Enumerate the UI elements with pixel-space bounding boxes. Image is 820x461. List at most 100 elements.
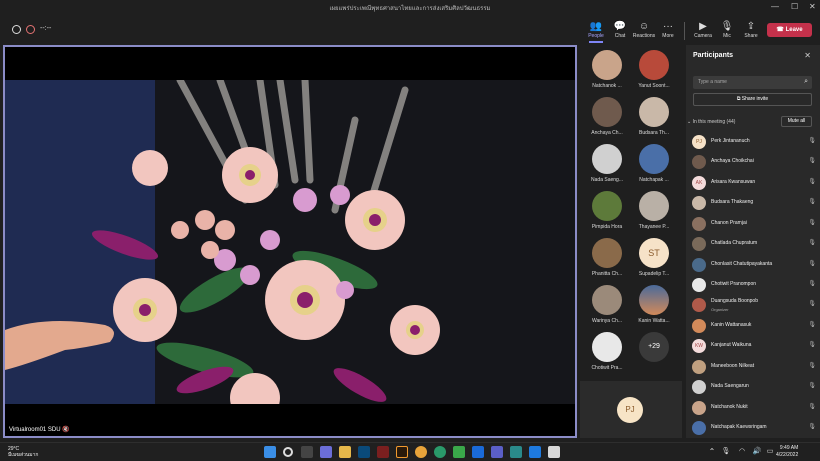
photoshop-icon[interactable] [358, 446, 370, 458]
task-view-icon[interactable] [301, 446, 313, 458]
gallery-tile[interactable]: Pimpida Hora [584, 191, 630, 230]
leave-button[interactable]: ☎ Leave [767, 23, 812, 37]
participant-row[interactable]: Chotiwit Pranompon 🎙 [692, 276, 816, 294]
illustrator-icon[interactable] [396, 446, 408, 458]
avatar [592, 50, 622, 80]
chrome-icon[interactable] [415, 446, 427, 458]
participant-row[interactable]: PJ Perk Jintananuch 🎙 [692, 133, 816, 151]
system-clock[interactable]: 9:49 AM 4/22/2022 [776, 445, 798, 459]
meet-icon[interactable] [510, 446, 522, 458]
participant-row[interactable]: Chanon Pramjai 🎙 [692, 215, 816, 233]
participant-row[interactable]: Kanin Wattanasuk 🎙 [692, 317, 816, 335]
maximize-button[interactable]: ☐ [791, 2, 798, 11]
participant-row[interactable]: Anchaya Choikchai 🎙 [692, 153, 816, 171]
search-icon[interactable] [283, 447, 293, 457]
outlook-icon[interactable] [472, 446, 484, 458]
chevron-up-icon[interactable]: ⌃ [706, 446, 718, 458]
presenter-name: Virtualroom01 SDU 🔇 [9, 426, 70, 433]
self-video-tile[interactable]: PJ [580, 381, 682, 438]
shield-icon[interactable] [12, 25, 21, 34]
participant-name: Maneeboon Nilkeat [711, 363, 755, 369]
mic-tray-icon[interactable]: 🎙 [720, 446, 732, 458]
overflow-tile[interactable]: +29 [631, 332, 677, 362]
tile-name: Chotiwit Pra... [591, 365, 623, 371]
participant-name: Chonlasit Chatutipayakanta [711, 261, 773, 267]
gallery-tile[interactable]: Kanin Watta... [631, 285, 677, 324]
line-icon[interactable] [453, 446, 465, 458]
teams-icon[interactable] [491, 446, 503, 458]
participant-row[interactable]: Chonlasit Chatutipayakanta 🎙 [692, 256, 816, 274]
weather-desc: มีเมฆส่วนมาก [8, 452, 39, 458]
battery-icon[interactable]: ▭ [764, 446, 776, 458]
clock-date: 4/22/2022 [776, 452, 799, 458]
avatar [592, 285, 622, 315]
main-video-stage[interactable]: Virtualroom01 SDU 🔇 [3, 45, 577, 438]
participant-name: Natchanok Nukit [711, 404, 748, 410]
participant-row[interactable]: Duangsuda Boonpob Organizer 🎙 [692, 296, 816, 314]
close-window-button[interactable]: ✕ [809, 2, 816, 11]
participant-row[interactable]: Chatlada Chupratum 🎙 [692, 235, 816, 253]
tile-name: Yanut Soont... [638, 83, 670, 89]
reactions-label: Reactions [632, 33, 656, 39]
mic-muted-icon: 🎙 [808, 138, 816, 144]
avatar [692, 298, 706, 312]
windows-taskbar: 29°C มีเมฆส่วนมาก ⌃ 🎙 ◠ 🔊 ▭ 9:49 AM 4/22… [0, 442, 820, 461]
participant-row[interactable]: KW Kanjanut Waikuna 🎙 [692, 337, 816, 355]
tile-name: Phanitta Ch... [591, 271, 623, 277]
more-icon: ··· [663, 21, 673, 32]
avatar [692, 319, 706, 333]
participant-row[interactable]: Natchapak Kaewsringam 🎙 [692, 419, 816, 437]
camera-label: Camera [694, 33, 712, 39]
chat-label: Chat [614, 33, 626, 39]
volume-icon[interactable]: 🔊 [751, 446, 763, 458]
avatar-initials: AK [692, 176, 706, 190]
gallery-tile[interactable]: Budsara Th... [631, 97, 677, 136]
flower-arrangement-image [5, 76, 575, 423]
tile-name: Supadelip T... [638, 271, 670, 277]
participant-name: Arisara Kwansuwan [711, 179, 756, 185]
teams-chat-icon[interactable] [320, 446, 332, 458]
weather-widget[interactable]: 29°C มีเมฆส่วนมาก [8, 446, 38, 458]
avatar [692, 380, 706, 394]
gallery-tile[interactable]: Warinya Ch... [584, 285, 630, 324]
people-label: People [588, 33, 604, 39]
participant-row[interactable]: AK Arisara Kwansuwan 🎙 [692, 174, 816, 192]
meeting-toolbar: --:-- 👥 People 💬 Chat ☺ Reactions ··· Mo… [0, 17, 820, 43]
windows-start-icon[interactable] [264, 446, 276, 458]
avatar [692, 237, 706, 251]
section-label: In this meeting (44) [692, 119, 736, 125]
avatar [692, 217, 706, 231]
acrobat-icon[interactable] [377, 446, 389, 458]
participant-row[interactable]: Budsara Thakaeng 🎙 [692, 194, 816, 212]
mute-all-button[interactable]: Mute all [781, 116, 812, 127]
participant-row[interactable]: Natchanok Nukit 🎙 [692, 399, 816, 417]
avatar [639, 144, 669, 174]
toolbar-divider [684, 22, 685, 40]
visual-studio-code-icon[interactable] [529, 446, 541, 458]
share-button[interactable]: ⇪ Share [737, 20, 765, 39]
close-icon[interactable]: ✕ [804, 51, 811, 60]
participant-search-input[interactable]: Type a name ⌕ [693, 76, 812, 89]
participant-row[interactable]: Maneeboon Nilkeat 🎙 [692, 358, 816, 376]
gallery-tile[interactable]: Chotiwit Pra... [584, 332, 630, 371]
app-icon[interactable] [548, 446, 560, 458]
gallery-tile[interactable]: Thayanee P... [631, 191, 677, 230]
gallery-tile[interactable]: Natchanok ... [584, 50, 630, 89]
gallery-tile[interactable]: ST Supadelip T... [631, 238, 677, 277]
gallery-tile[interactable]: Natchapak ... [631, 144, 677, 183]
edge-icon[interactable] [434, 446, 446, 458]
participant-row[interactable]: Nada Saengarun 🎙 [692, 378, 816, 396]
panel-title: Participants [693, 52, 734, 59]
gallery-tile[interactable]: Anchaya Ch... [584, 97, 630, 136]
more-button[interactable]: ··· More [654, 20, 682, 39]
meeting-section-toggle[interactable]: ⌄ In this meeting (44) [687, 119, 735, 125]
share-icon: ⇪ [746, 21, 756, 32]
gallery-tile[interactable]: Phanitta Ch... [584, 238, 630, 277]
avatar [692, 278, 706, 292]
file-explorer-icon[interactable] [339, 446, 351, 458]
wifi-icon[interactable]: ◠ [736, 446, 748, 458]
share-invite-button[interactable]: ⧉ Share invite [693, 93, 812, 106]
gallery-tile[interactable]: Yanut Soont... [631, 50, 677, 89]
minimize-button[interactable]: — [771, 2, 779, 11]
gallery-tile[interactable]: Nada Saeng... [584, 144, 630, 183]
